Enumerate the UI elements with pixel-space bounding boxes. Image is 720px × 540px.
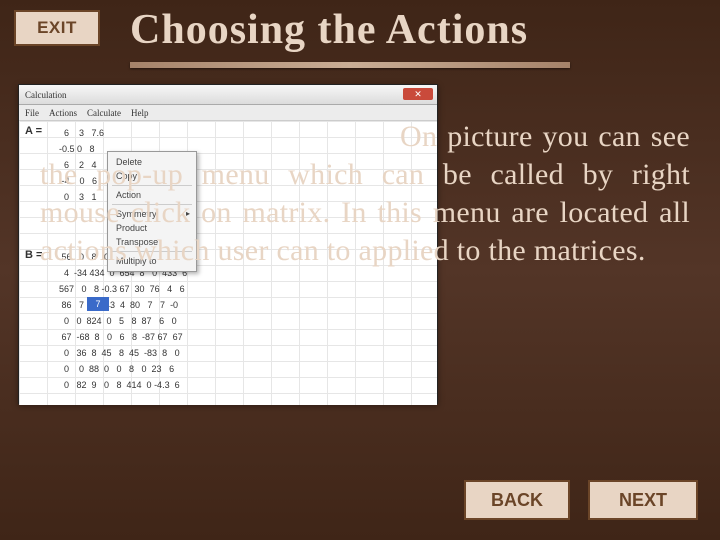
- title-underline: [130, 62, 570, 68]
- back-button[interactable]: BACK: [464, 480, 570, 520]
- close-icon: ✕: [403, 88, 433, 100]
- menu-file: File: [25, 105, 39, 120]
- back-button-label: BACK: [491, 490, 543, 511]
- page-title: Choosing the Actions: [130, 6, 560, 54]
- window-title: Calculation: [25, 90, 67, 100]
- exit-button-label: EXIT: [37, 18, 77, 38]
- body-text: On picture you can see the pop-up menu w…: [40, 118, 690, 270]
- window-titlebar: Calculation ✕: [19, 85, 437, 105]
- next-button-label: NEXT: [619, 490, 667, 511]
- exit-button[interactable]: EXIT: [14, 10, 100, 46]
- next-button[interactable]: NEXT: [588, 480, 698, 520]
- highlighted-cell: 7: [87, 297, 109, 311]
